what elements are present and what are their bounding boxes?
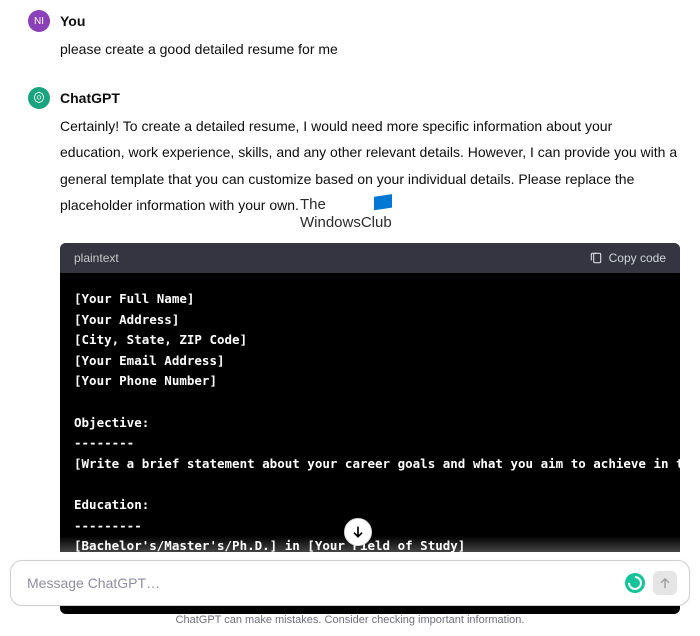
user-message-header: NI You xyxy=(28,10,680,32)
composer-area xyxy=(10,552,690,606)
user-message-text: please create a good detailed resume for… xyxy=(60,36,680,63)
user-avatar: NI xyxy=(28,10,50,32)
assistant-avatar xyxy=(28,87,50,109)
disclaimer-text: ChatGPT can make mistakes. Consider chec… xyxy=(0,614,700,626)
send-button[interactable] xyxy=(653,571,677,595)
user-sender-label: You xyxy=(60,13,85,29)
code-language-label: plaintext xyxy=(74,251,119,265)
message-input[interactable] xyxy=(27,575,625,591)
code-header: plaintext Copy code xyxy=(60,243,680,273)
assistant-sender-label: ChatGPT xyxy=(60,90,120,106)
scroll-to-bottom-button[interactable] xyxy=(344,518,372,546)
composer-box[interactable] xyxy=(10,560,690,606)
copy-code-button[interactable]: Copy code xyxy=(589,251,666,265)
arrow-down-icon xyxy=(350,524,366,540)
assistant-message: ChatGPT Certainly! To create a detailed … xyxy=(28,87,680,219)
copy-code-label: Copy code xyxy=(609,251,666,265)
user-avatar-initials: NI xyxy=(34,16,44,27)
assistant-message-text: Certainly! To create a detailed resume, … xyxy=(60,113,680,219)
openai-logo-icon xyxy=(32,91,46,105)
arrow-up-icon xyxy=(658,576,672,590)
composer-actions xyxy=(625,571,677,595)
assistant-message-header: ChatGPT xyxy=(28,87,680,109)
grammarly-icon[interactable] xyxy=(625,573,645,593)
user-message: NI You please create a good detailed res… xyxy=(28,10,680,63)
clipboard-icon xyxy=(589,251,603,265)
